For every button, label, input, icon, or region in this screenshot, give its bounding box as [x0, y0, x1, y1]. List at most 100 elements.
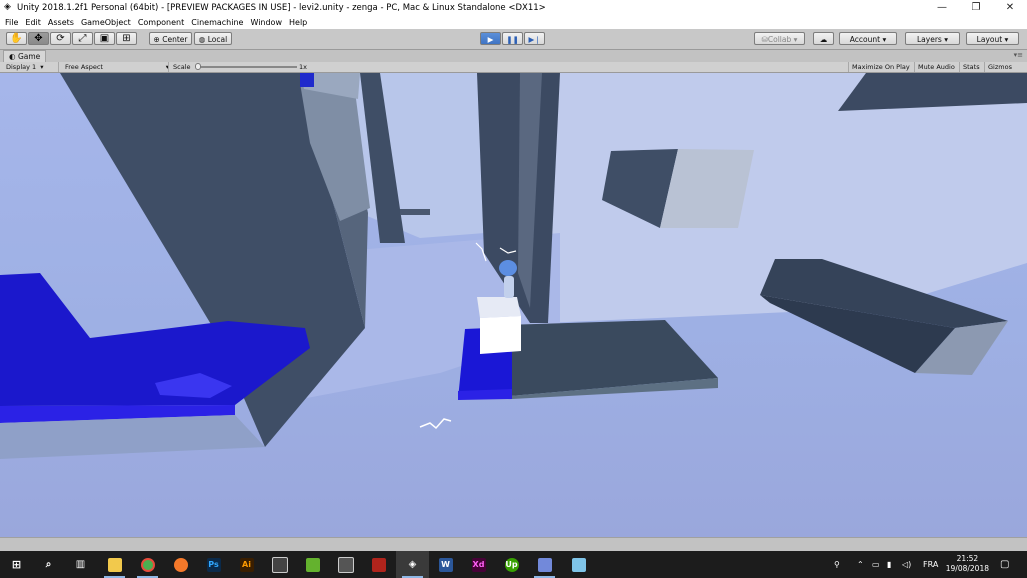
- game-view-icon: ◐: [9, 52, 16, 61]
- top-blue-block: [300, 73, 314, 87]
- cloud-button[interactable]: ☁: [813, 32, 834, 45]
- volume-icon[interactable]: ◁): [902, 551, 911, 578]
- tab-game-label: Game: [17, 52, 41, 61]
- windows-start-icon[interactable]: ⊞: [0, 551, 33, 578]
- notepad-icon[interactable]: [562, 551, 595, 578]
- game-viewport[interactable]: [0, 73, 1027, 537]
- pivot-label: Center: [162, 35, 188, 44]
- rect-tool-icon[interactable]: ▣: [94, 32, 115, 45]
- chrome-icon[interactable]: [131, 551, 164, 578]
- chevron-up-icon[interactable]: ⌃: [857, 551, 864, 578]
- window-controls: — ❐ ✕: [925, 0, 1027, 15]
- cloud-icon: ☁: [819, 35, 828, 44]
- menu-bar: File Edit Assets GameObject Component Ci…: [0, 15, 1027, 29]
- layers-dropdown[interactable]: Layers: [905, 32, 960, 45]
- winrar-icon[interactable]: [362, 551, 395, 578]
- scale-value: 1x: [299, 63, 307, 71]
- menu-cinemachine[interactable]: Cinemachine: [191, 18, 243, 27]
- menu-component[interactable]: Component: [138, 18, 184, 27]
- notification-icon[interactable]: ▢: [1000, 551, 1009, 578]
- camtasia-icon[interactable]: [296, 551, 329, 578]
- photoshop-icon[interactable]: Ps: [197, 551, 230, 578]
- small-ledge: [400, 209, 430, 215]
- restore-icon[interactable]: ❐: [959, 0, 993, 15]
- scale-label: Scale: [168, 62, 191, 72]
- main-toolbar: ✋ ✥ ⟳ ⤢ ▣ ⊞ ⊕ Center ◍ Local ▶ ❚❚ ▶❘ ⛁Co…: [0, 29, 1027, 50]
- window-title: Unity 2018.1.2f1 Personal (64bit) - [PRE…: [17, 2, 546, 13]
- collab-label: Collab: [767, 35, 792, 44]
- language-indicator[interactable]: FRA: [923, 551, 938, 578]
- menu-window[interactable]: Window: [250, 18, 282, 27]
- blender-icon[interactable]: [164, 551, 197, 578]
- white-cube-top: [477, 297, 521, 318]
- menu-help[interactable]: Help: [289, 18, 307, 27]
- clock[interactable]: 21:52 19/08/2018: [946, 554, 989, 574]
- menu-gameobject[interactable]: GameObject: [81, 18, 131, 27]
- gizmos-dropdown[interactable]: Gizmos: [984, 62, 1015, 72]
- status-bar: [0, 537, 1027, 552]
- panel-tab-row: ◐ Game ▾≡: [0, 50, 1027, 62]
- network-icon[interactable]: ▭: [872, 551, 880, 578]
- capture-icon[interactable]: [329, 551, 362, 578]
- transform-tool-icon[interactable]: ⊞: [116, 32, 137, 45]
- menu-assets[interactable]: Assets: [48, 18, 74, 27]
- battery-icon[interactable]: ▮: [887, 551, 891, 578]
- collab-dropdown[interactable]: ⛁Collab: [754, 32, 805, 45]
- unity-icon[interactable]: ◈: [396, 551, 429, 578]
- white-cube-front: [480, 316, 521, 354]
- pivot-center-button[interactable]: ⊕ Center: [149, 32, 192, 45]
- word-icon[interactable]: W: [429, 551, 462, 578]
- pause-button[interactable]: ❚❚: [502, 32, 523, 45]
- rotate-tool-icon[interactable]: ⟳: [50, 32, 71, 45]
- tab-game[interactable]: ◐ Game: [3, 50, 47, 62]
- discord-icon[interactable]: [528, 551, 561, 578]
- space-label: Local: [207, 35, 228, 44]
- play-icon: ▶: [487, 35, 494, 44]
- display-label: Display 1: [6, 63, 37, 71]
- scale-tool-icon[interactable]: ⤢: [72, 32, 93, 45]
- layout-dropdown[interactable]: Layout: [966, 32, 1019, 45]
- scale-slider-track[interactable]: [197, 66, 297, 68]
- panel-menu-icon[interactable]: ▾≡: [1014, 51, 1023, 59]
- hand-tool-icon[interactable]: ✋: [6, 32, 27, 45]
- scale-slider-handle[interactable]: [195, 63, 201, 70]
- step-button[interactable]: ▶❘: [524, 32, 545, 45]
- maximize-on-play-toggle[interactable]: Maximize On Play: [848, 62, 913, 72]
- layers-label: Layers: [917, 35, 942, 44]
- file-explorer-icon[interactable]: [98, 551, 131, 578]
- close-icon[interactable]: ✕: [993, 0, 1027, 15]
- title-bar: ◈ Unity 2018.1.2f1 Personal (64bit) - [P…: [0, 0, 1027, 15]
- stats-toggle[interactable]: Stats: [959, 62, 983, 72]
- display-dropdown[interactable]: Display 1: [6, 62, 44, 72]
- game-view-toolbar: Display 1 Free Aspect▾ Scale 1x Maximize…: [0, 62, 1027, 73]
- pivot-icon: ⊕: [153, 35, 160, 44]
- game-scene: [0, 73, 1027, 537]
- gizmos-label: Gizmos: [988, 63, 1012, 71]
- windows-taskbar: ⊞ ⌕ ▥ Ps Ai ◈ W Xd Up ⚲ ⌃ ▭ ▮ ◁) FRA 21:…: [0, 551, 1027, 578]
- xd-icon[interactable]: Xd: [462, 551, 495, 578]
- search-icon[interactable]: ⌕: [32, 551, 65, 578]
- upwork-icon[interactable]: Up: [495, 551, 528, 578]
- aspect-label: Free Aspect: [65, 63, 103, 71]
- minimize-icon[interactable]: —: [925, 0, 959, 15]
- player-head: [499, 260, 517, 276]
- task-view-icon[interactable]: ▥: [64, 551, 97, 578]
- layout-label: Layout: [976, 35, 1003, 44]
- account-label: Account: [849, 35, 881, 44]
- pause-icon: ❚❚: [506, 35, 519, 44]
- step-icon: ▶❘: [528, 35, 541, 44]
- clock-date: 19/08/2018: [945, 564, 989, 573]
- aspect-dropdown[interactable]: Free Aspect ▾: [58, 62, 169, 72]
- people-icon[interactable]: ⚲: [834, 551, 840, 578]
- menu-file[interactable]: File: [5, 18, 18, 27]
- mute-audio-toggle[interactable]: Mute Audio: [914, 62, 958, 72]
- play-button[interactable]: ▶: [480, 32, 501, 45]
- account-dropdown[interactable]: Account: [839, 32, 897, 45]
- player-body: [504, 276, 514, 298]
- menu-edit[interactable]: Edit: [25, 18, 41, 27]
- clock-time: 21:52: [956, 554, 979, 563]
- pivot-local-button[interactable]: ◍ Local: [194, 32, 232, 45]
- video-editor-icon[interactable]: [263, 551, 296, 578]
- move-tool-icon[interactable]: ✥: [28, 32, 49, 45]
- illustrator-icon[interactable]: Ai: [230, 551, 263, 578]
